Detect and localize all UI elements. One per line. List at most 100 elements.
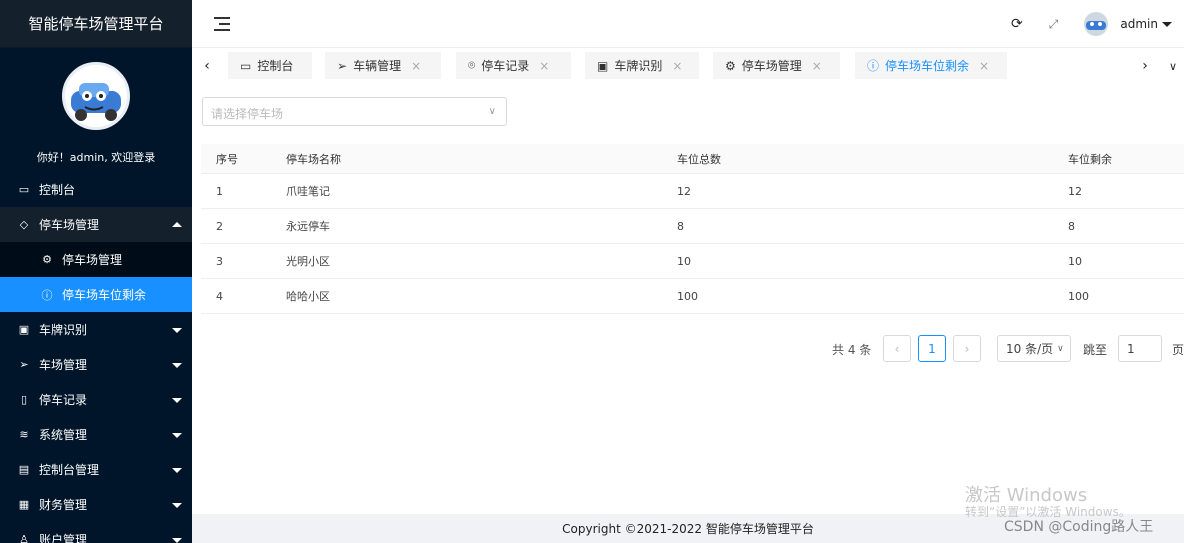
camera-icon: ▣ — [18, 323, 30, 336]
tab-parking-records[interactable]: ⌾ 停车记录 × — [456, 52, 571, 79]
tab-label: 车辆管理 — [353, 59, 402, 73]
menu-item-finance-mgmt[interactable]: ▦ 财务管理 — [0, 487, 192, 522]
table-cell: 爪哇笔记 — [286, 185, 330, 198]
user-avatar[interactable] — [62, 62, 130, 130]
fullscreen-icon[interactable]: ⤢ — [1049, 17, 1059, 32]
page-label: 页 — [1172, 343, 1184, 357]
menu-fold-icon[interactable] — [214, 17, 230, 31]
table-cell: 12 — [1068, 184, 1082, 198]
table-cell: 100 — [677, 289, 698, 303]
menu-label: 控制台 — [39, 183, 76, 197]
tab-plate-recognition[interactable]: ▣ 车牌识别 × — [585, 52, 699, 79]
table-cell: 100 — [1068, 289, 1089, 303]
tab-dashboard[interactable]: ▭ 控制台 — [228, 52, 312, 79]
close-icon[interactable]: × — [979, 59, 989, 73]
parking-lot-select[interactable]: 请选择停车场 ∨ — [202, 97, 507, 126]
monitor-icon: ▭ — [18, 183, 30, 196]
send-icon: ➢ — [19, 358, 29, 371]
page-size-label: 10 条/页 — [1006, 342, 1054, 356]
location-icon: ⌾ — [468, 58, 476, 72]
menu-label: 财务管理 — [39, 498, 88, 512]
menu-item-system-mgmt[interactable]: ≋ 系统管理 — [0, 417, 192, 452]
tab-label: 控制台 — [257, 59, 294, 73]
info-icon: ⓘ — [41, 288, 53, 302]
sidebar: 智能停车场管理平台 你好！admin, 欢迎登录 ▭ 控制台 ◇ 停车场管理 ⚙… — [0, 0, 192, 543]
csdn-watermark: CSDN @Coding路人王 — [1004, 519, 1154, 535]
monitor-icon: ▭ — [240, 58, 252, 73]
send-icon: ➢ — [337, 58, 348, 73]
pagination-prev-button[interactable]: ‹ — [883, 335, 911, 362]
jump-label: 跳至 — [1083, 343, 1108, 357]
table-cell: 10 — [677, 254, 691, 268]
pagination-page-button[interactable]: 1 — [918, 335, 946, 362]
table-cell: 光明小区 — [286, 255, 330, 268]
tabs-prev-icon[interactable]: ‹ — [194, 48, 220, 84]
tabs-next-icon[interactable]: › — [1132, 48, 1158, 84]
tab-parking-remain[interactable]: ⓘ 停车场车位剩余 × — [855, 52, 1007, 79]
col-header-name: 停车场名称 — [286, 152, 341, 166]
caret-down-icon[interactable] — [1162, 21, 1172, 27]
jump-input[interactable]: 1 — [1118, 335, 1162, 362]
layers-icon: ≋ — [19, 428, 29, 441]
table-row: 1 爪哇笔记 12 12 — [201, 174, 1184, 209]
diamond-icon: ◇ — [19, 218, 29, 231]
menu-item-plate-recognition[interactable]: ▣ 车牌识别 — [0, 312, 192, 347]
table-cell: 3 — [216, 254, 223, 268]
menu-label: 停车场管理 — [39, 218, 100, 232]
close-icon[interactable]: × — [539, 59, 549, 73]
submenu-item-parking-remain[interactable]: ⓘ 停车场车位剩余 — [0, 277, 192, 312]
menu-item-dashboard[interactable]: ▭ 控制台 — [0, 172, 192, 207]
caret-down-icon — [172, 432, 182, 438]
chevron-down-icon: ∨ — [1057, 343, 1064, 354]
table-row: 4 哈哈小区 100 100 — [201, 279, 1184, 314]
page-size-select[interactable]: 10 条/页 ∨ — [997, 335, 1071, 362]
menu-item-parking-records[interactable]: ▯ 停车记录 — [0, 382, 192, 417]
menu-item-parking-mgmt[interactable]: ◇ 停车场管理 — [0, 207, 192, 242]
menu-item-account-mgmt[interactable]: ♙ 账户管理 — [0, 522, 192, 543]
caret-down-icon — [172, 502, 182, 508]
info-icon: ⓘ — [867, 59, 880, 73]
tab-parking-mgmt[interactable]: ⚙ 停车场管理 × — [713, 52, 840, 79]
menu-label: 停车场车位剩余 — [62, 288, 147, 302]
top-header: ⟳ ⤢ admin — [192, 0, 1184, 48]
tab-label: 停车记录 — [481, 59, 530, 73]
table-row: 3 光明小区 10 10 — [201, 244, 1184, 279]
close-icon[interactable]: × — [672, 59, 682, 73]
caret-down-icon — [172, 537, 182, 543]
submenu-item-parking-mgmt[interactable]: ⚙ 停车场管理 — [0, 242, 192, 277]
tab-label: 停车场车位剩余 — [885, 59, 970, 73]
col-header-total: 车位总数 — [677, 152, 721, 166]
table-cell: 哈哈小区 — [286, 290, 330, 303]
table-cell: 8 — [677, 219, 684, 233]
menu-item-console-mgmt[interactable]: ▤ 控制台管理 — [0, 452, 192, 487]
copyright-text: Copyright ©2021-2022 智能停车场管理平台 — [562, 522, 814, 536]
caret-down-icon — [172, 397, 182, 403]
camera-icon: ▣ — [597, 58, 609, 73]
table-cell: 4 — [216, 289, 223, 303]
close-icon[interactable]: × — [411, 59, 421, 73]
table-cell: 10 — [1068, 254, 1082, 268]
table-cell: 2 — [216, 219, 223, 233]
col-header-remain: 车位剩余 — [1068, 152, 1112, 166]
gear-icon: ⚙ — [725, 58, 736, 73]
table-header: 序号 停车场名称 车位总数 车位剩余 — [201, 144, 1184, 174]
reload-icon[interactable]: ⟳ — [1011, 16, 1023, 32]
menu-label: 控制台管理 — [39, 463, 100, 477]
menu-item-lot-mgmt[interactable]: ➢ 车场管理 — [0, 347, 192, 382]
gear-icon: ⚙ — [42, 253, 52, 266]
username[interactable]: admin — [1120, 17, 1158, 31]
menu-label: 停车记录 — [39, 393, 88, 407]
tabs-dropdown-icon[interactable]: ∨ — [1160, 48, 1184, 84]
table-cell: 1 — [216, 184, 223, 198]
header-avatar[interactable] — [1084, 12, 1109, 36]
parking-table: 序号 停车场名称 车位总数 车位剩余 1 爪哇笔记 12 12 2 永远停车 8… — [201, 144, 1184, 314]
welcome-text: 你好！admin, 欢迎登录 — [36, 151, 156, 164]
pagination-next-button[interactable]: › — [953, 335, 981, 362]
caret-up-icon — [172, 221, 182, 227]
close-icon[interactable]: × — [812, 59, 822, 73]
table-cell: 8 — [1068, 219, 1075, 233]
table-row: 2 永远停车 8 8 — [201, 209, 1184, 244]
select-placeholder: 请选择停车场 — [211, 107, 284, 121]
tab-vehicle-mgmt[interactable]: ➢ 车辆管理 × — [325, 52, 441, 79]
user-icon: ♙ — [19, 533, 29, 543]
